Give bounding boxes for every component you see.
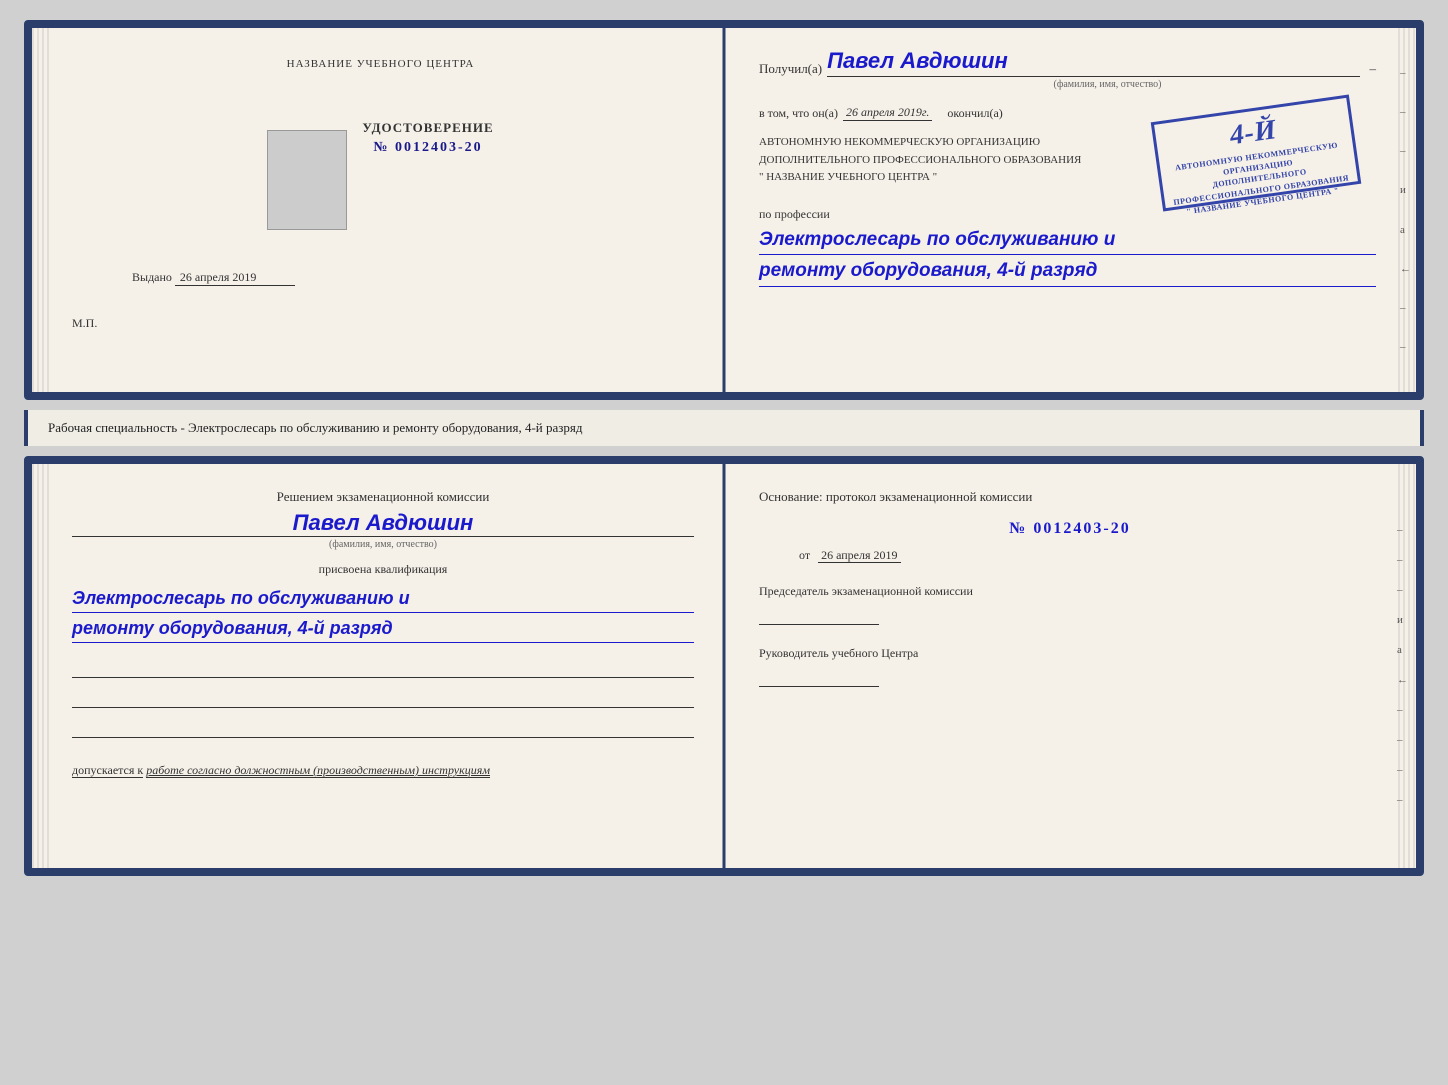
chairman-label: Председатель экзаменационной комиссии <box>759 583 1381 600</box>
profession-line2: ремонту оборудования, 4-й разряд <box>759 257 1376 287</box>
signature-lines <box>72 658 694 748</box>
photo-placeholder <box>267 130 347 230</box>
mp-label: М.П. <box>72 316 97 331</box>
right-dashes-top: – – – и а ← – – <box>1400 28 1411 392</box>
rukovoditel-label: Руководитель учебного Центра <box>759 645 1381 662</box>
doc-bottom-qualification: Решением экзаменационной комиссии Павел … <box>24 456 1424 876</box>
qualification-line2: ремонту оборудования, 4-й разряд <box>72 615 694 643</box>
ot-prefix-text: от <box>799 548 810 562</box>
received-name: Павел Авдюшин <box>827 48 1359 77</box>
okonchil-label: окончил(а) <box>947 106 1002 121</box>
prisvoena-label: присвоена квалификация <box>72 562 694 577</box>
protocol-prefix: № <box>1009 520 1027 537</box>
dash-2: – <box>1400 106 1411 118</box>
dash-6: ← <box>1400 263 1411 275</box>
bottom-right-page: Основание: протокол экзаменационной коми… <box>729 464 1416 868</box>
side-mark-6: ← <box>1397 674 1408 686</box>
cert-number-value: 0012403-20 <box>395 140 483 155</box>
dash-7: – <box>1400 302 1411 314</box>
side-mark-10: – <box>1397 794 1408 806</box>
side-marks-bottom-right: – – – и а ← – – – – <box>1397 524 1408 806</box>
side-mark-7: – <box>1397 704 1408 716</box>
dopuskaetsya-prefix: допускается к <box>72 763 143 778</box>
issued-prefix: Выдано <box>132 270 172 284</box>
spine-left <box>32 28 50 392</box>
side-mark-2: – <box>1397 554 1408 566</box>
dash-5: а <box>1400 224 1411 236</box>
dopuskaetsya-value: работе согласно должностным (производств… <box>146 763 490 778</box>
cert-content-block: УДОСТОВЕРЕНИЕ № 0012403-20 <box>267 120 493 230</box>
po-professii-label: по профессии <box>759 207 1376 222</box>
vtom-date: 26 апреля 2019г. <box>843 105 932 121</box>
spine-left-bottom <box>32 464 50 868</box>
received-prefix: Получил(а) <box>759 61 822 77</box>
person-name-big: Павел Авдюшин <box>72 510 694 537</box>
dash-1: – <box>1400 67 1411 79</box>
profession-block: по профессии Электрослесарь по обслужива… <box>759 207 1376 287</box>
protocol-number: № 0012403-20 <box>759 520 1381 538</box>
side-mark-3: – <box>1397 584 1408 596</box>
side-mark-8: – <box>1397 734 1408 746</box>
org-title-top: НАЗВАНИЕ УЧЕБНОГО ЦЕНТРА <box>287 58 475 70</box>
side-mark-5: а <box>1397 644 1408 656</box>
cert-text-block: УДОСТОВЕРЕНИЕ № 0012403-20 <box>362 120 493 156</box>
sig-line-2 <box>72 688 694 708</box>
cert-number: № 0012403-20 <box>373 140 482 156</box>
doc-top-certificate: НАЗВАНИЕ УЧЕБНОГО ЦЕНТРА УДОСТОВЕРЕНИЕ №… <box>24 20 1424 400</box>
osnovanie-label: Основание: протокол экзаменационной коми… <box>759 489 1381 505</box>
ot-line: от 26 апреля 2019 <box>759 548 1381 563</box>
dash-3: – <box>1400 145 1411 157</box>
protocol-number-value: 0012403-20 <box>1033 520 1130 537</box>
resheniem-label: Решением экзаменационной комиссии <box>72 489 694 505</box>
fio-label-top: (фамилия, имя, отчество) <box>759 79 1376 90</box>
fio-label-bottom: (фамилия, имя, отчество) <box>72 539 694 550</box>
received-dash: – <box>1370 61 1377 77</box>
side-mark-4: и <box>1397 614 1408 626</box>
received-line: Получил(а) Павел Авдюшин – <box>759 48 1376 77</box>
dash-4: и <box>1400 184 1411 196</box>
vtom-prefix: в том, что он(а) <box>759 106 838 121</box>
sig-line-3 <box>72 718 694 738</box>
cert-issued-line: Выдано 26 апреля 2019 <box>132 270 295 286</box>
dash-8: – <box>1400 341 1411 353</box>
ot-date: 26 апреля 2019 <box>818 548 900 563</box>
issued-date: 26 апреля 2019 <box>175 270 295 286</box>
sig-line-1 <box>72 658 694 678</box>
cert-label: УДОСТОВЕРЕНИЕ <box>362 120 493 136</box>
cert-right-page: Получил(а) Павел Авдюшин – (фамилия, имя… <box>729 28 1416 392</box>
cert-left-page: НАЗВАНИЕ УЧЕБНОГО ЦЕНТРА УДОСТОВЕРЕНИЕ №… <box>32 28 729 392</box>
profession-line1: Электрослесарь по обслуживанию и <box>759 226 1376 256</box>
cert-number-prefix: № <box>373 140 389 155</box>
dopuskaetsya-block: допускается к работе согласно должностны… <box>72 763 694 778</box>
description-text: Рабочая специальность - Электрослесарь п… <box>48 420 583 435</box>
qualification-line1: Электрослесарь по обслуживанию и <box>72 585 694 613</box>
side-mark-1: – <box>1397 524 1408 536</box>
rukovoditel-sig-line <box>759 667 879 687</box>
middle-description: Рабочая специальность - Электрослесарь п… <box>24 410 1424 446</box>
chairman-sig-line <box>759 605 879 625</box>
side-mark-9: – <box>1397 764 1408 776</box>
page-wrapper: НАЗВАНИЕ УЧЕБНОГО ЦЕНТРА УДОСТОВЕРЕНИЕ №… <box>24 20 1424 876</box>
bottom-left-page: Решением экзаменационной комиссии Павел … <box>32 464 729 868</box>
